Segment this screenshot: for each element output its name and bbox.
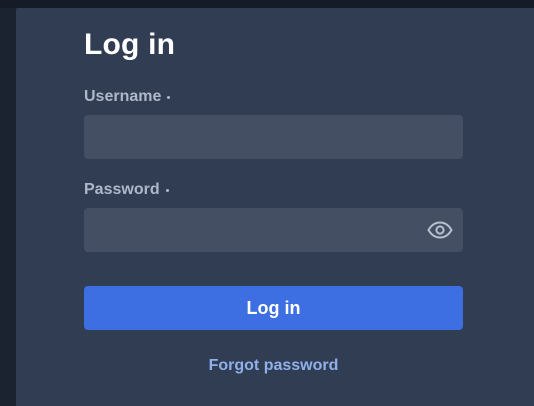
page-title: Log in [84,28,176,61]
username-input[interactable] [84,115,463,159]
page: Log in Username Password Log in Forgot p… [0,0,534,406]
eye-icon [427,221,453,239]
password-label: Password [84,181,169,199]
show-password-toggle[interactable] [424,218,456,242]
required-indicator [165,189,169,192]
password-label-text: Password [84,181,160,198]
password-input[interactable] [84,208,463,252]
forgot-password-link[interactable]: Forgot password [84,357,463,375]
required-indicator [167,96,171,99]
username-label-text: Username [84,88,162,105]
username-label: Username [84,88,171,106]
login-card: Log in Username Password Log in Forgot p… [16,8,534,406]
top-strip [0,0,534,8]
login-button[interactable]: Log in [84,286,463,330]
